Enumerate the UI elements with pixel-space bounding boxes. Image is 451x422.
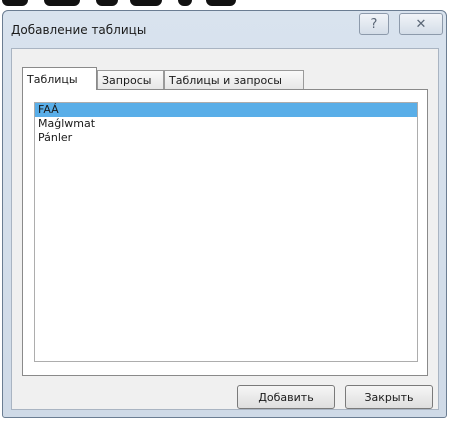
tables-list[interactable]: FAÁ Maǵlwmat Pánler: [34, 102, 418, 362]
list-item[interactable]: Pánler: [35, 131, 417, 145]
dialog-title: Добавление таблицы: [11, 23, 147, 37]
tab-tables[interactable]: Таблицы: [22, 67, 97, 90]
tab-label: Таблицы: [27, 72, 78, 86]
tab-tables-and-queries[interactable]: Таблицы и запросы: [164, 70, 304, 89]
dialog-body: Таблицы Запросы Таблицы и запросы FAÁ Ma…: [11, 48, 439, 410]
close-icon: ✕: [415, 16, 427, 32]
background-text-fragment: [0, 0, 451, 10]
close-button[interactable]: Закрыть: [345, 385, 433, 409]
close-window-button[interactable]: ✕: [399, 13, 443, 35]
tab-label: Запросы: [102, 73, 152, 87]
tab-panel: FAÁ Maǵlwmat Pánler: [22, 89, 428, 376]
list-item[interactable]: Maǵlwmat: [35, 117, 417, 131]
list-item[interactable]: FAÁ: [35, 103, 417, 117]
title-bar[interactable]: Добавление таблицы ? ✕: [3, 11, 446, 49]
help-icon: ?: [370, 16, 378, 32]
add-button[interactable]: Добавить: [237, 385, 335, 409]
tab-label: Таблицы и запросы: [169, 73, 282, 87]
add-table-dialog: Добавление таблицы ? ✕ Таблицы Запросы Т…: [2, 10, 447, 418]
tab-queries[interactable]: Запросы: [97, 70, 164, 89]
help-button[interactable]: ?: [359, 13, 389, 35]
